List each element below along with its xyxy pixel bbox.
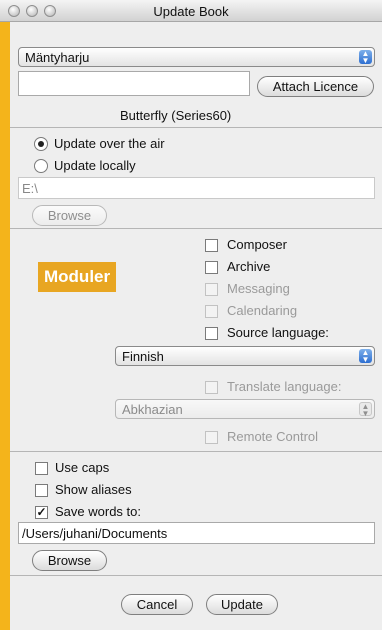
popup-arrows-icon: ▲ ▼ xyxy=(359,50,372,65)
messaging-label: Messaging xyxy=(227,281,290,296)
update-button[interactable]: Update xyxy=(206,594,278,615)
archive-checkbox[interactable] xyxy=(205,261,218,274)
divider xyxy=(10,451,382,452)
browse-button-bottom[interactable]: Browse xyxy=(32,550,107,571)
licence-field[interactable] xyxy=(18,71,250,96)
translate-language-checkbox[interactable] xyxy=(205,381,218,394)
book-popup[interactable]: Mäntyharju ▲ ▼ xyxy=(18,47,375,67)
browse-button-top[interactable]: Browse xyxy=(32,205,107,226)
attach-licence-button[interactable]: Attach Licence xyxy=(257,76,374,97)
divider xyxy=(10,127,382,128)
decorative-edge xyxy=(0,22,10,630)
cancel-button[interactable]: Cancel xyxy=(121,594,193,615)
translate-language-value: Abkhazian xyxy=(122,402,183,417)
popup-arrows-icon: ▲ ▼ xyxy=(359,349,372,364)
source-language-value: Finnish xyxy=(122,349,164,364)
show-aliases-label: Show aliases xyxy=(55,482,132,497)
source-language-label: Source language: xyxy=(227,325,329,340)
update-locally-radio[interactable] xyxy=(34,159,48,173)
translate-language-label: Translate language: xyxy=(227,379,342,394)
remote-control-checkbox[interactable] xyxy=(205,431,218,444)
save-words-checkbox[interactable]: ✓ xyxy=(35,506,48,519)
update-locally-label: Update locally xyxy=(54,158,136,173)
window-title: Update Book xyxy=(153,4,229,19)
save-path-field[interactable]: /Users/juhani/Documents xyxy=(18,522,375,544)
composer-checkbox[interactable] xyxy=(205,239,218,252)
modules-badge: Moduler xyxy=(38,262,117,292)
source-language-checkbox[interactable] xyxy=(205,327,218,340)
divider xyxy=(10,575,382,576)
update-over-air-radio[interactable] xyxy=(34,137,48,151)
calendaring-label: Calendaring xyxy=(227,303,298,318)
book-popup-value: Mäntyharju xyxy=(25,50,90,65)
divider xyxy=(10,228,382,229)
messaging-checkbox[interactable] xyxy=(205,283,218,296)
save-words-label: Save words to: xyxy=(55,504,141,519)
remote-control-label: Remote Control xyxy=(227,429,319,444)
translate-language-popup[interactable]: Abkhazian ▲ ▼ xyxy=(115,399,375,419)
title-bar: Update Book xyxy=(0,0,382,22)
local-path-field[interactable]: E:\ xyxy=(18,177,375,199)
popup-arrows-icon: ▲ ▼ xyxy=(359,402,372,418)
update-book-window: Update Book Mäntyharju ▲ ▼ Attach Licence… xyxy=(0,0,382,630)
composer-label: Composer xyxy=(227,237,287,252)
device-label: Butterfly (Series60) xyxy=(120,108,232,123)
source-language-popup[interactable]: Finnish ▲ ▼ xyxy=(115,346,375,366)
update-over-air-label: Update over the air xyxy=(54,136,165,151)
checkmark-icon: ✓ xyxy=(36,505,47,519)
show-aliases-checkbox[interactable] xyxy=(35,484,48,497)
calendaring-checkbox[interactable] xyxy=(205,305,218,318)
use-caps-label: Use caps xyxy=(55,460,110,475)
archive-label: Archive xyxy=(227,259,271,274)
use-caps-checkbox[interactable] xyxy=(35,462,48,475)
